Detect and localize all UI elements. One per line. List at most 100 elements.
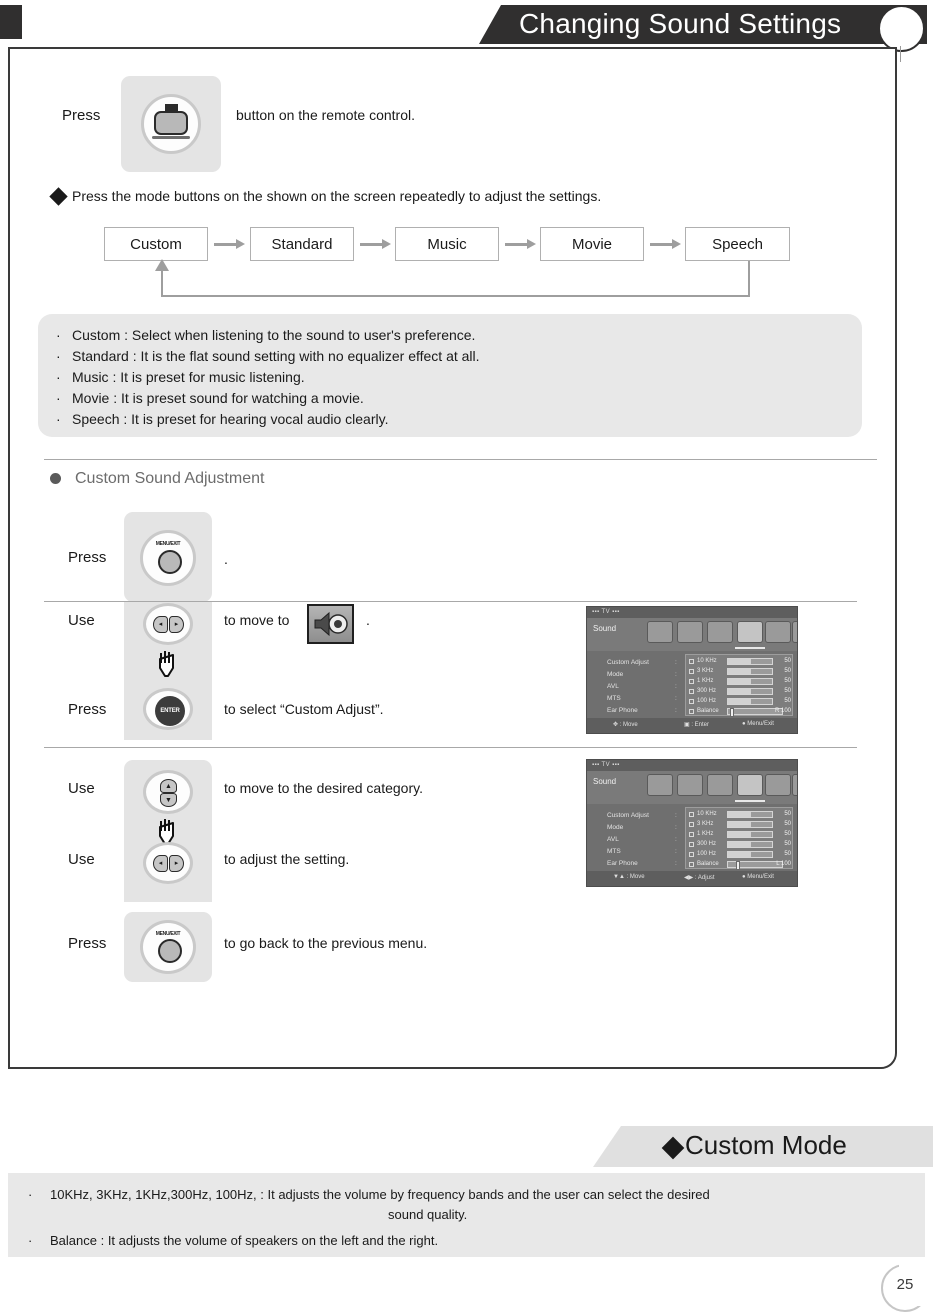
osd-tab-sound-underline: [735, 800, 765, 802]
osd-eq-row[interactable]: 3 KHz 50: [689, 820, 791, 829]
custom-mode-line-3-text: Balance : It adjusts the volume of speak…: [50, 1233, 439, 1248]
osd-eq-row[interactable]: 300 Hz 50: [689, 687, 791, 696]
osd-row-slider[interactable]: [727, 658, 773, 665]
menu-button-core: [158, 550, 182, 574]
menu-button-cap-label: MENU/EXIT: [155, 931, 181, 937]
osd-balance-row[interactable]: Balance R 100: [689, 707, 791, 717]
osd-left-item[interactable]: Custom Adjust: [607, 810, 649, 822]
osd-tab-sound-icon[interactable]: [737, 621, 763, 643]
custom-mode-title-text: Custom Mode: [685, 1130, 847, 1160]
step-6-verb: Press: [68, 935, 107, 952]
osd-eq-row[interactable]: 300 Hz 50: [689, 840, 791, 849]
osd-left-item[interactable]: MTS: [607, 693, 649, 705]
osd-row-value: 50: [784, 658, 791, 664]
page-marker-circle-icon: [878, 5, 925, 52]
mode-flow-diagram: Custom Standard Music Movie Speech: [104, 227, 794, 303]
osd-balance-row[interactable]: Balance L 100: [689, 860, 791, 870]
osd-row-checkbox-icon[interactable]: [689, 821, 694, 827]
osd-row-value: 50: [784, 688, 791, 694]
flow-box-standard[interactable]: Standard: [250, 227, 354, 261]
flow-box-music[interactable]: Music: [395, 227, 499, 261]
osd-tab-picture-icon[interactable]: [647, 621, 673, 643]
mode-note-text: Press the mode buttons on the shown on t…: [72, 188, 602, 204]
osd-left-item[interactable]: AVL: [607, 834, 649, 846]
osd-tab-sound-icon[interactable]: [737, 774, 763, 796]
header-left-stub: [0, 5, 22, 39]
speaker-glyph: [314, 611, 348, 637]
osd-row-checkbox-icon[interactable]: [689, 841, 694, 847]
intro-trailing-text: button on the remote control.: [236, 107, 415, 123]
flow-arrow-4: [650, 239, 681, 249]
osd-custom-adjust-panel: 10 KHz 50 3 KHz 50 1 KHz 50 300 Hz 50 10…: [685, 654, 793, 717]
osd-menu-title: Sound: [593, 624, 617, 633]
osd-left-item[interactable]: AVL: [607, 681, 649, 693]
flow-box-speech[interactable]: Speech: [685, 227, 790, 261]
flow-box-movie[interactable]: Movie: [540, 227, 644, 261]
osd-row-slider[interactable]: [727, 811, 773, 818]
header-tick-mark: [900, 46, 901, 62]
osd-tab-setup-icon[interactable]: [677, 774, 703, 796]
osd-eq-row[interactable]: 1 KHz 50: [689, 677, 791, 686]
osd-row-slider[interactable]: [727, 821, 773, 828]
osd-eq-row[interactable]: 100 Hz 50: [689, 697, 791, 706]
osd-balance-knob[interactable]: [730, 708, 734, 717]
osd-tab-screen-icon[interactable]: [707, 621, 733, 643]
osd-balance-knob[interactable]: [736, 861, 740, 870]
osd-screenshot-1: ▪▪▪ TV ▪▪▪ Sound Custom Adjust Mode AVL …: [586, 606, 798, 734]
osd-left-item[interactable]: Mode: [607, 669, 649, 681]
step-3-verb: Press: [68, 701, 107, 718]
osd-balance-slider[interactable]: [727, 861, 783, 870]
osd-tab-picture-icon[interactable]: [647, 774, 673, 796]
osd-tab-screen-icon[interactable]: [707, 774, 733, 796]
bullet-dot-icon: ·: [56, 369, 61, 385]
osd-left-item[interactable]: Custom Adjust: [607, 657, 649, 669]
osd-row-checkbox-icon[interactable]: [689, 811, 694, 817]
left-right-pad: ◂ ▸: [146, 845, 190, 881]
diamond-bullet-icon: [661, 1136, 685, 1160]
osd-tab-setup-icon[interactable]: [677, 621, 703, 643]
osd-row-slider[interactable]: [727, 688, 773, 695]
osd-eq-row[interactable]: 1 KHz 50: [689, 830, 791, 839]
osd-footer-enter: ▣ : Enter: [684, 722, 710, 728]
osd-left-item[interactable]: Ear Phone: [607, 858, 649, 870]
menu-button-icon: MENU/EXIT: [140, 920, 196, 974]
osd-row-checkbox-icon[interactable]: [689, 861, 694, 867]
osd-left-item[interactable]: MTS: [607, 846, 649, 858]
osd-eq-row[interactable]: 3 KHz 50: [689, 667, 791, 676]
osd-tab-time-icon[interactable]: [792, 774, 797, 796]
osd-eq-row[interactable]: 10 KHz 50: [689, 657, 791, 666]
osd-left-item[interactable]: Ear Phone: [607, 705, 649, 717]
step-2-text-after: .: [366, 612, 370, 628]
osd-row-checkbox-icon[interactable]: [689, 678, 694, 684]
osd-row-value: 50: [784, 831, 791, 837]
custom-mode-description-box: · 10KHz, 3KHz, 1KHz,300Hz, 100Hz, : It ad…: [8, 1173, 925, 1257]
osd-tab-function-icon[interactable]: [765, 774, 791, 796]
osd-row-checkbox-icon[interactable]: [689, 668, 694, 674]
osd-tab-function-icon[interactable]: [765, 621, 791, 643]
osd-eq-row[interactable]: 100 Hz 50: [689, 850, 791, 859]
section-bullet-icon: [50, 473, 61, 484]
osd-tab-time-icon[interactable]: [792, 621, 797, 643]
osd-row-slider[interactable]: [727, 668, 773, 675]
osd-row-label: 300 Hz: [697, 688, 717, 694]
osd-row-slider[interactable]: [727, 698, 773, 705]
enter-button-core: ENTER: [155, 696, 185, 726]
osd-row-checkbox-icon[interactable]: [689, 708, 694, 714]
osd-row-slider[interactable]: [727, 678, 773, 685]
osd-row-checkbox-icon[interactable]: [689, 688, 694, 694]
osd-colon-column: :::::: [675, 659, 677, 714]
flow-box-custom[interactable]: Custom: [104, 227, 208, 261]
diamond-bullet-icon: [49, 187, 68, 206]
osd-row-checkbox-icon[interactable]: [689, 851, 694, 857]
flow-loop-left-segment: [161, 271, 163, 297]
osd-row-slider[interactable]: [727, 831, 773, 838]
osd-row-checkbox-icon[interactable]: [689, 658, 694, 664]
osd-eq-row[interactable]: 10 KHz 50: [689, 810, 791, 819]
custom-mode-line-3: · Balance : It adjusts the volume of spea…: [28, 1233, 439, 1248]
osd-row-slider[interactable]: [727, 841, 773, 848]
osd-row-checkbox-icon[interactable]: [689, 698, 694, 704]
osd-row-slider[interactable]: [727, 851, 773, 858]
osd-left-item[interactable]: Mode: [607, 822, 649, 834]
osd-row-checkbox-icon[interactable]: [689, 831, 694, 837]
left-arrow-key-icon: ◂: [153, 855, 168, 872]
